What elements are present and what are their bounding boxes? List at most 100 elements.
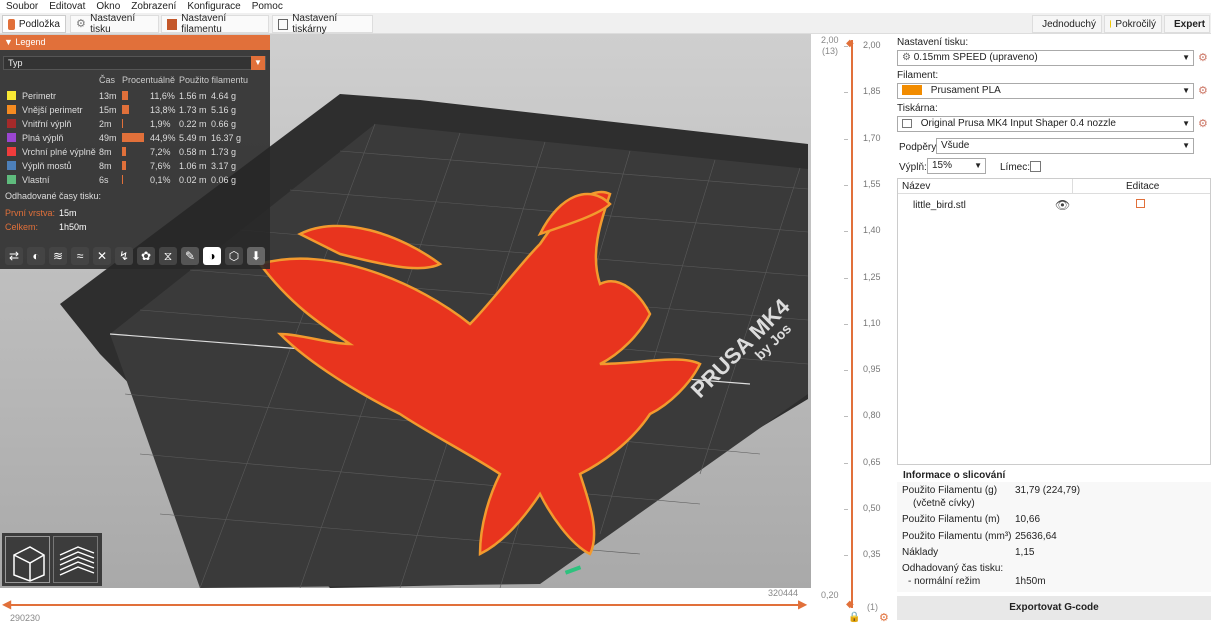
tool-marker-icon[interactable]: ⬇ <box>247 247 265 265</box>
legend-row[interactable]: Vlastní 6s 0,1% 0.02 m 0.06 g <box>0 173 270 187</box>
edit-printer-icon[interactable]: ⚙ <box>1198 118 1210 130</box>
layer-tick-mark <box>844 462 848 464</box>
edit-print-settings-icon[interactable]: ⚙ <box>1198 52 1210 64</box>
used-mm3-value: 25636,64 <box>1015 531 1057 542</box>
normal-mode-label: - normální režim <box>908 576 981 587</box>
tab-filament-settings[interactable]: Nastavení filamentu <box>161 13 269 35</box>
used-g-label: Použito Filamentu (g) <box>902 485 998 496</box>
mode-dot-icon <box>1110 20 1112 28</box>
cost-label: Náklady <box>902 547 939 558</box>
menu-editovat[interactable]: Editovat <box>49 0 85 13</box>
brim-checkbox[interactable] <box>1030 161 1041 172</box>
printer-label: Tiskárna: <box>897 103 938 114</box>
deretractions-toggle-icon[interactable]: ≈ <box>71 247 89 265</box>
gear-icon: ⚙ <box>902 52 914 63</box>
menu-okno[interactable]: Okno <box>96 0 120 13</box>
infill-label: Výplň: <box>899 162 927 173</box>
chevron-down-icon: ▼ <box>1182 53 1190 62</box>
layer-tick-label: 0,80 <box>863 410 881 421</box>
view-3d-button[interactable] <box>5 536 50 583</box>
wipe-toggle-icon[interactable]: ◐ <box>27 247 45 265</box>
legend-row[interactable]: Perimetr 13m 11,6% 1.56 m 4.64 g <box>0 89 270 103</box>
col-time: Čas <box>99 75 116 85</box>
estimated-time-label: Odhadovaný čas tisku: <box>902 563 1004 574</box>
legend-grams: 5.16 g <box>211 105 237 115</box>
legend-name: Perimetr <box>22 91 57 101</box>
object-row[interactable]: little_bird.stl 👁 <box>898 197 1210 215</box>
filament-color-swatch[interactable] <box>902 85 922 96</box>
move-left-value: 290230 <box>10 613 41 623</box>
edit-object-icon[interactable] <box>1136 199 1145 208</box>
shells-toggle-icon[interactable]: ⬡ <box>225 247 243 265</box>
mode-expert-button[interactable]: Expert <box>1164 15 1210 33</box>
supports-combo[interactable]: Všude ▼ <box>936 138 1194 154</box>
seams-toggle-icon[interactable]: ✕ <box>93 247 111 265</box>
col-used: Použito filamentu <box>179 75 249 85</box>
legend-percent-bar <box>122 147 126 156</box>
normal-mode-value: 1h50m <box>1015 576 1046 587</box>
layer-slider-track[interactable] <box>851 40 853 608</box>
custom-gcode-toggle-icon[interactable]: ✎ <box>181 247 199 265</box>
pause-prints-toggle-icon[interactable]: ⧖ <box>159 247 177 265</box>
tab-print-settings[interactable]: ⚙ Nastavení tisku <box>70 13 159 35</box>
tab-label: Podložka <box>18 18 60 30</box>
tab-printer-settings[interactable]: Nastavení tiskárny <box>272 13 373 35</box>
filament-combo[interactable]: Prusament PLA ▼ <box>897 83 1194 99</box>
menu-konfigurace[interactable]: Konfigurace <box>187 0 240 13</box>
legend-name: Vlastní <box>22 175 50 185</box>
legend-name: Plná výplň <box>22 133 64 143</box>
total-label: Celkem: <box>5 222 39 232</box>
view-layers-button[interactable] <box>53 536 98 583</box>
legend-row[interactable]: Vrchní plné výplně 8m 7,2% 0.58 m 1.73 g <box>0 145 270 159</box>
legend-meters: 0.58 m <box>179 147 207 157</box>
mode-advanced-button[interactable]: Pokročilý <box>1104 15 1162 33</box>
legend-color-swatch <box>7 133 16 142</box>
mode-simple-button[interactable]: Jednoduchý <box>1032 15 1102 33</box>
layer-tick-mark <box>844 277 848 279</box>
layer-upper-thumb-icon[interactable]: ◆ <box>846 38 854 49</box>
first-layer-value: 15m <box>59 208 77 218</box>
legend-row[interactable]: Plná výplň 49m 44,9% 5.49 m 16.37 g <box>0 131 270 145</box>
travel-toggle-icon[interactable]: ⇄ <box>5 247 23 265</box>
legend-time: 2m <box>99 119 112 129</box>
menu-soubor[interactable]: Soubor <box>6 0 38 13</box>
edit-filament-icon[interactable]: ⚙ <box>1198 85 1210 97</box>
print-settings-combo[interactable]: ⚙ 0.15mm SPEED (upraveno) ▼ <box>897 50 1194 66</box>
move-slider[interactable]: ◀ ▶ 290230 320444 <box>0 588 811 625</box>
move-slider-track[interactable] <box>6 604 802 606</box>
object-list-header: Název Editace <box>898 179 1210 194</box>
legend-percent-bar <box>122 133 145 142</box>
move-left-thumb-icon[interactable]: ◀ <box>2 597 11 611</box>
legend-row[interactable]: Vnitřní výplň 2m 1,9% 0.22 m 0.66 g <box>0 117 270 131</box>
color-changes-toggle-icon[interactable]: ✿ <box>137 247 155 265</box>
menu-zobrazeni[interactable]: Zobrazení <box>131 0 176 13</box>
export-gcode-button[interactable]: Exportovat G-code <box>897 596 1211 620</box>
retractions-toggle-icon[interactable]: ≋ <box>49 247 67 265</box>
lock-icon[interactable]: 🔒 <box>848 612 860 623</box>
printer-combo[interactable]: Original Prusa MK4 Input Shaper 0.4 nozz… <box>897 116 1194 132</box>
layer-slider[interactable]: 2,00 (13) ◆ ◆ 0,20 (1) 🔒 ⚙ 2,00 1,85 1,70 1… <box>811 34 896 625</box>
move-right-thumb-icon[interactable]: ▶ <box>798 597 807 611</box>
center-of-gravity-icon[interactable]: ◑ <box>203 247 221 265</box>
cost-value: 1,15 <box>1015 547 1035 558</box>
layer-lower-thumb-icon[interactable]: ◆ <box>846 599 854 610</box>
layer-tick-label: 0,35 <box>863 549 881 560</box>
legend-grams: 4.64 g <box>211 91 237 101</box>
legend-row[interactable]: Vnější perimetr 15m 13,8% 1.73 m 5.16 g <box>0 103 270 117</box>
legend-time: 8m <box>99 147 112 157</box>
settings-cog-icon[interactable]: ⚙ <box>879 611 889 624</box>
legend-type-select[interactable]: Typ ▼ <box>3 56 266 70</box>
legend-name: Vnější perimetr <box>22 105 83 115</box>
object-list: Název Editace little_bird.stl 👁 <box>897 178 1211 465</box>
infill-combo[interactable]: 15% ▼ <box>927 158 986 174</box>
layer-tick-mark <box>844 231 848 233</box>
tool-changes-toggle-icon[interactable]: ↯ <box>115 247 133 265</box>
filament-label: Filament: <box>897 70 939 81</box>
legend-grams: 1.73 g <box>211 147 237 157</box>
tab-podlozka[interactable]: Podložka <box>2 15 66 33</box>
legend-header[interactable]: ▼ Legend <box>0 35 270 50</box>
legend-row[interactable]: Výplň mostů 8m 7,6% 1.06 m 3.17 g <box>0 159 270 173</box>
legend-color-swatch <box>7 161 16 170</box>
eye-icon[interactable]: 👁 <box>1055 198 1070 212</box>
menu-pomoc[interactable]: Pomoc <box>252 0 283 13</box>
